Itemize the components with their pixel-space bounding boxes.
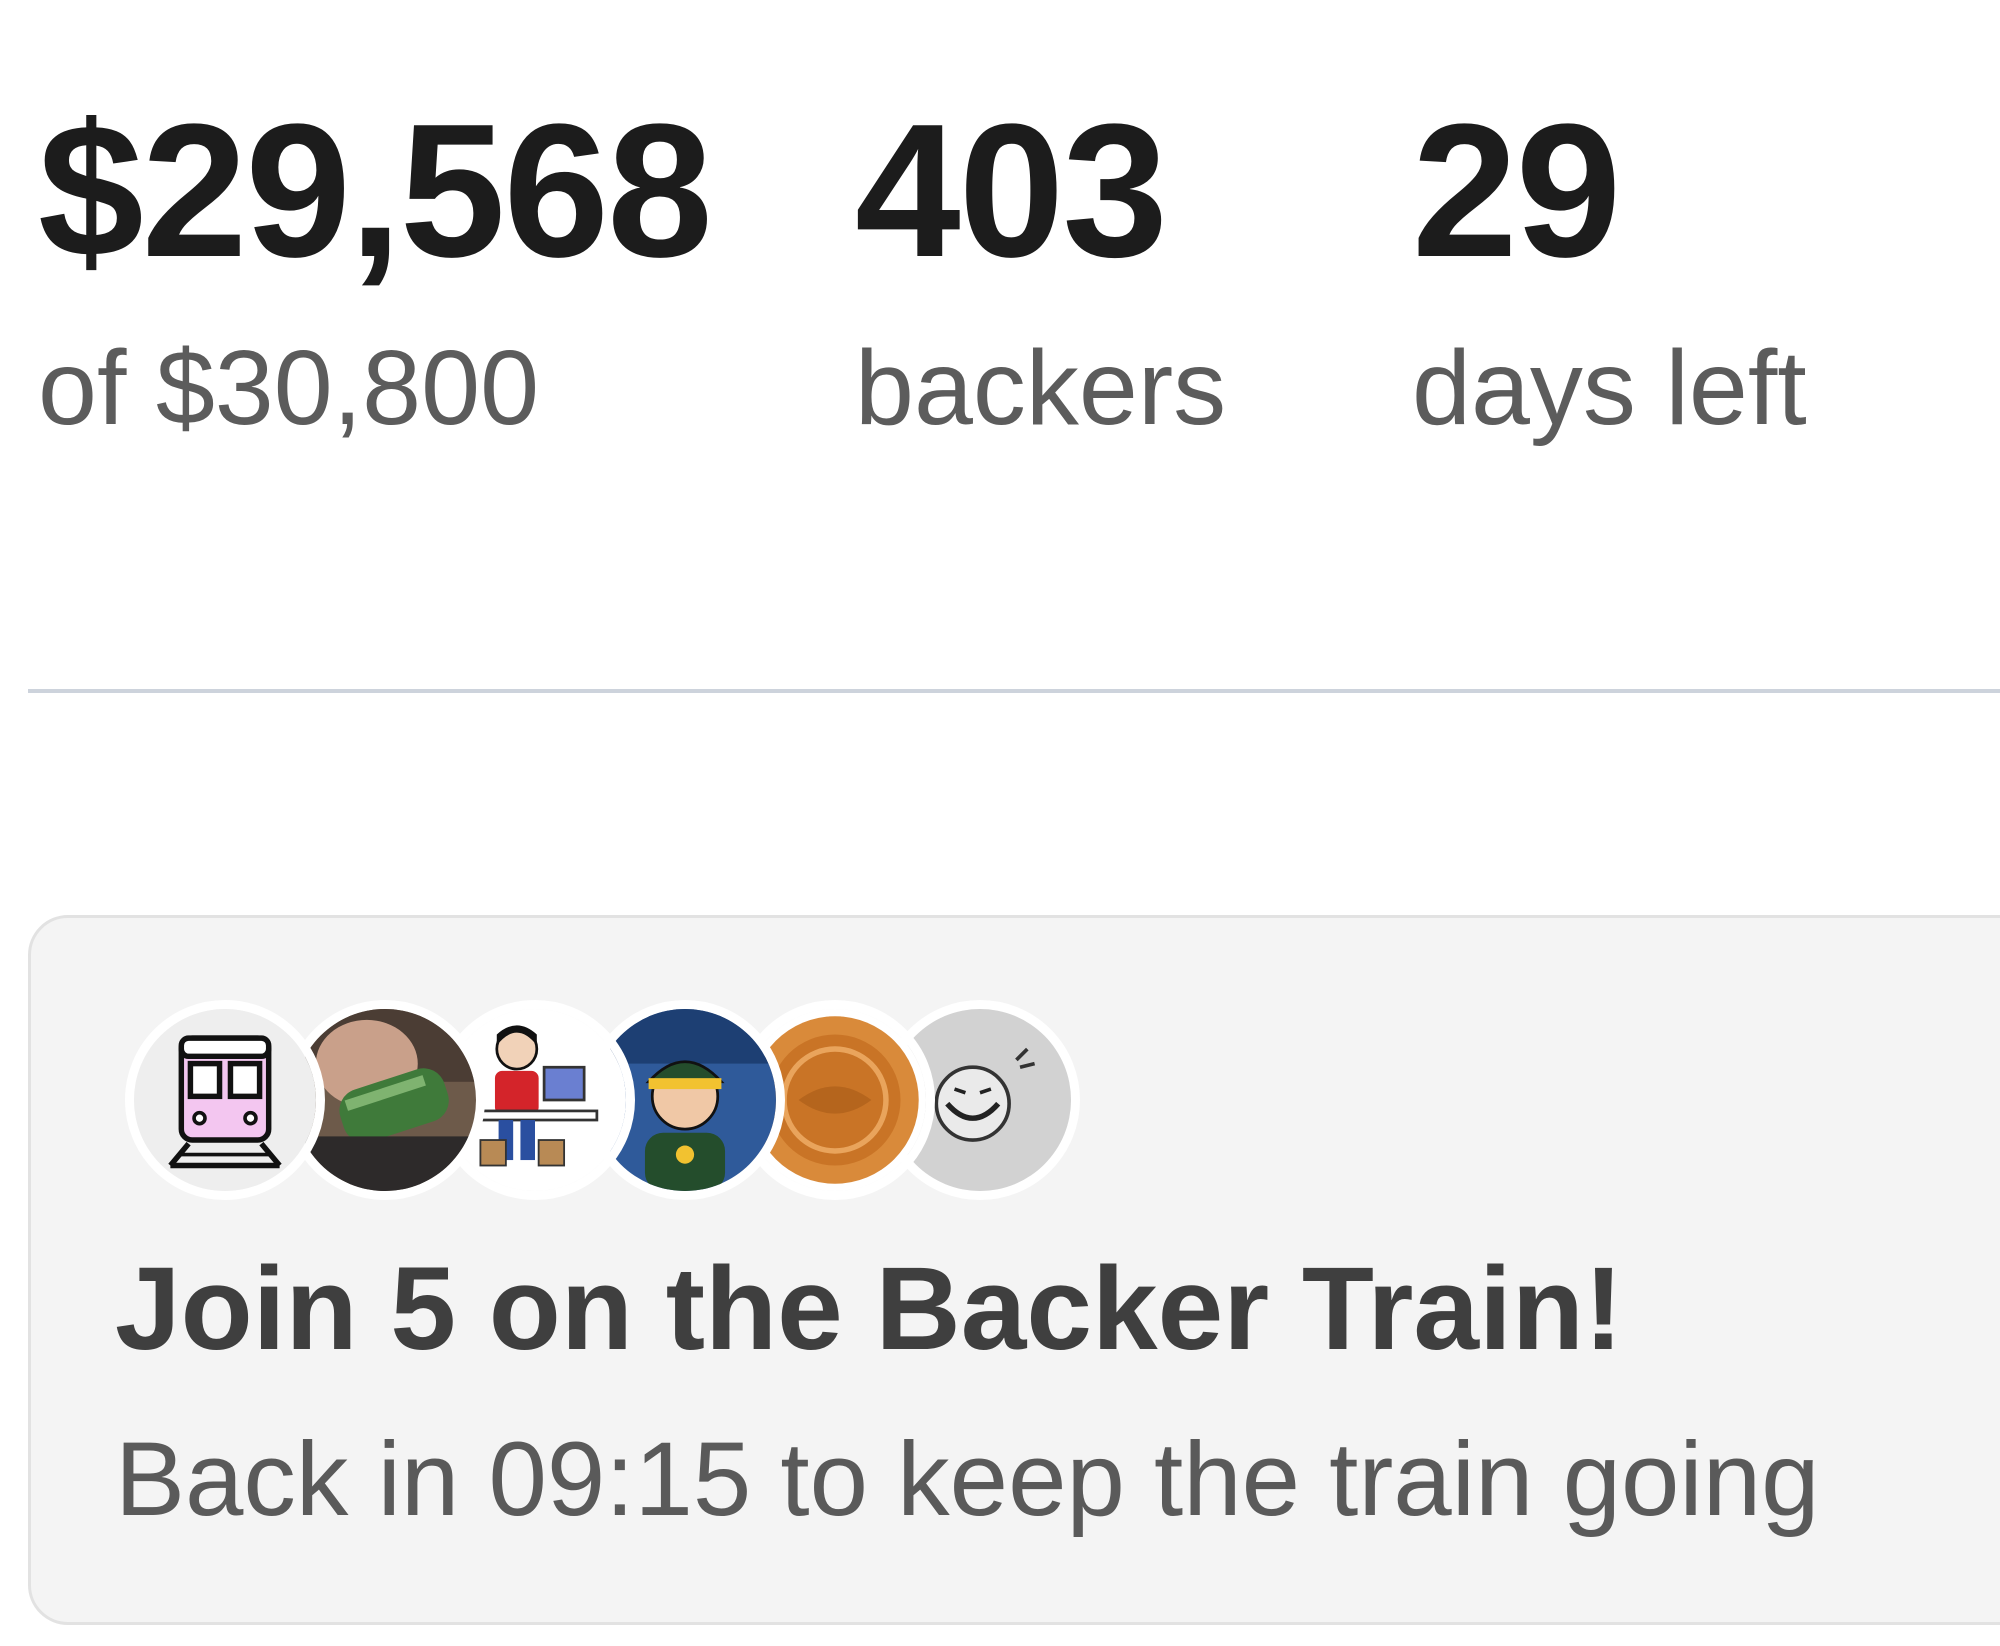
- backer-train-title: Join 5 on the Backer Train!: [115, 1243, 1624, 1375]
- divider: [28, 689, 2000, 693]
- train-icon: [125, 1000, 325, 1200]
- pledged-goal: of $30,800: [38, 329, 540, 447]
- pledged-amount: $29,568: [38, 85, 713, 297]
- days-left-label: days left: [1412, 329, 1807, 447]
- days-count: 29: [1412, 85, 1621, 297]
- backers-label: backers: [855, 329, 1227, 447]
- backers-count: 403: [855, 85, 1168, 297]
- campaign-stats-panel: $29,568 of $30,800 403 backers 29 days l…: [0, 0, 2000, 1646]
- backer-train-subtitle: Back in 09:15 to keep the train going: [115, 1421, 1820, 1538]
